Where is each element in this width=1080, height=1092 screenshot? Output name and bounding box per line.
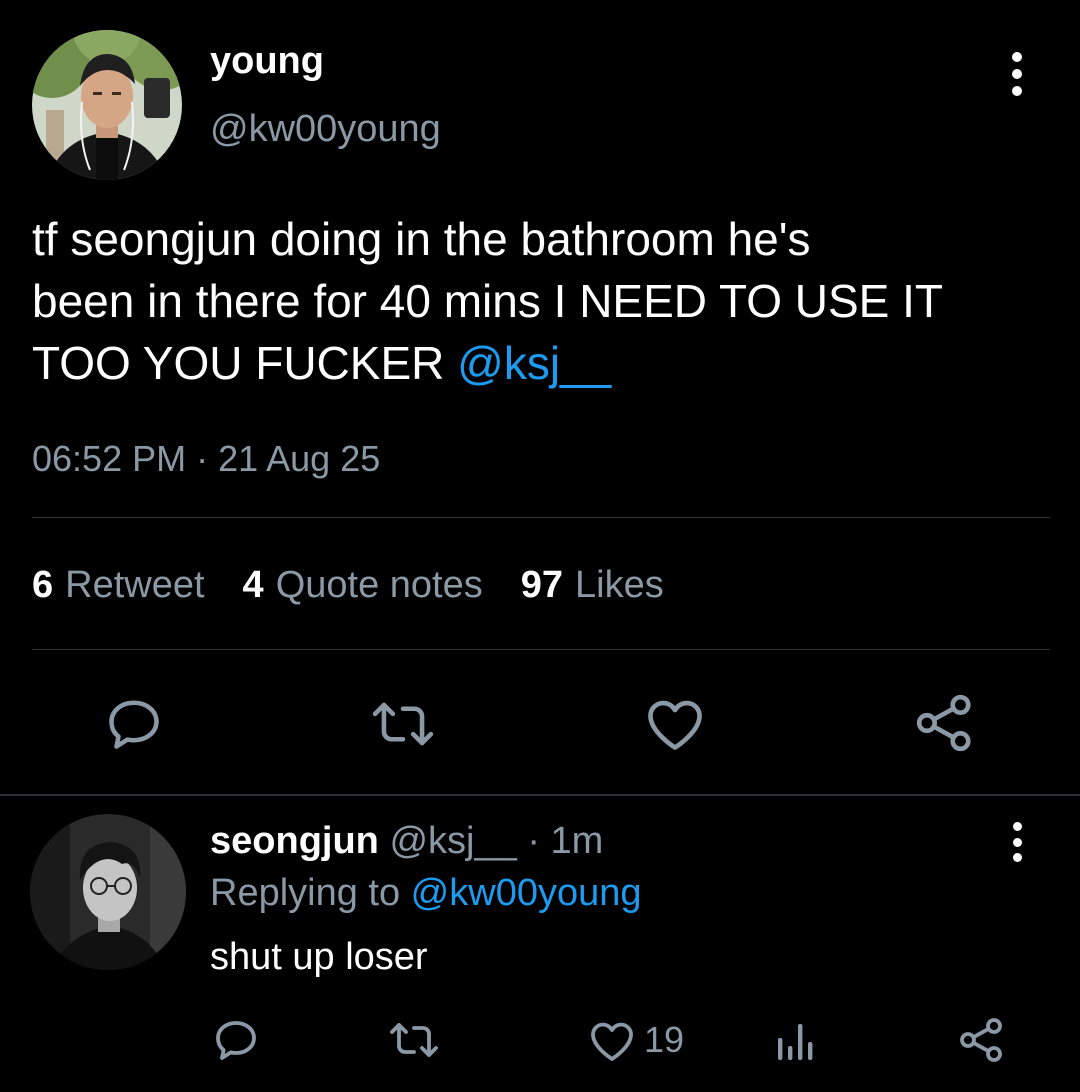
reply-display-name[interactable]: seongjun — [210, 820, 379, 862]
quote-label: Quote notes — [275, 564, 483, 606]
retweet-icon[interactable] — [370, 696, 436, 752]
share-icon[interactable] — [958, 1016, 1006, 1064]
retweet-count: 6 — [32, 564, 54, 606]
divider — [32, 517, 1050, 518]
share-icon[interactable] — [914, 692, 976, 754]
retweet-icon[interactable] — [388, 1018, 440, 1062]
reply-header: seongjun @ksj__ · 1m — [210, 818, 603, 864]
mention-link[interactable]: @ksj__ — [457, 337, 611, 389]
replying-prefix: Replying to — [210, 872, 411, 914]
retweet-stat[interactable]: 6 Retweet — [32, 562, 205, 608]
reply-time[interactable]: 1m — [551, 820, 604, 862]
divider — [32, 649, 1050, 650]
reply-avatar[interactable] — [30, 814, 186, 970]
more-options-icon[interactable] — [1002, 52, 1032, 96]
like-button[interactable]: 19 — [588, 1018, 684, 1062]
analytics-icon[interactable] — [774, 1020, 818, 1062]
replying-to: Replying to @kw00young — [210, 870, 642, 916]
reply-icon[interactable] — [212, 1016, 260, 1064]
reply-icon[interactable] — [104, 694, 164, 754]
divider — [0, 794, 1080, 796]
avatar[interactable] — [32, 30, 182, 180]
quote-count: 4 — [242, 564, 264, 606]
like-icon — [591, 1022, 633, 1061]
reply-like-count: 19 — [644, 1019, 685, 1060]
likes-stat[interactable]: 97 Likes — [521, 562, 664, 608]
likes-count: 97 — [520, 564, 564, 606]
likes-label: Likes — [575, 564, 664, 606]
reply-handle[interactable]: @ksj__ — [389, 820, 516, 862]
retweet-label: Retweet — [65, 564, 205, 606]
user-handle[interactable]: @kw00young — [210, 106, 441, 152]
tweet-text: tf seongjun doing in the bathroom he's b… — [32, 208, 1062, 394]
replying-handle-link[interactable]: @kw00young — [411, 872, 642, 914]
reply-text: shut up loser — [210, 936, 428, 978]
like-icon[interactable] — [644, 694, 706, 752]
reply-separator: · — [527, 820, 540, 862]
reply-more-options-icon[interactable] — [1002, 822, 1032, 862]
tweet-timestamp[interactable]: 06:52 PM · 21 Aug 25 — [32, 436, 380, 482]
quote-stat[interactable]: 4 Quote notes — [243, 562, 483, 608]
engagement-stats: 6 Retweet 4 Quote notes 97 Likes — [32, 562, 702, 608]
display-name[interactable]: young — [210, 38, 324, 84]
